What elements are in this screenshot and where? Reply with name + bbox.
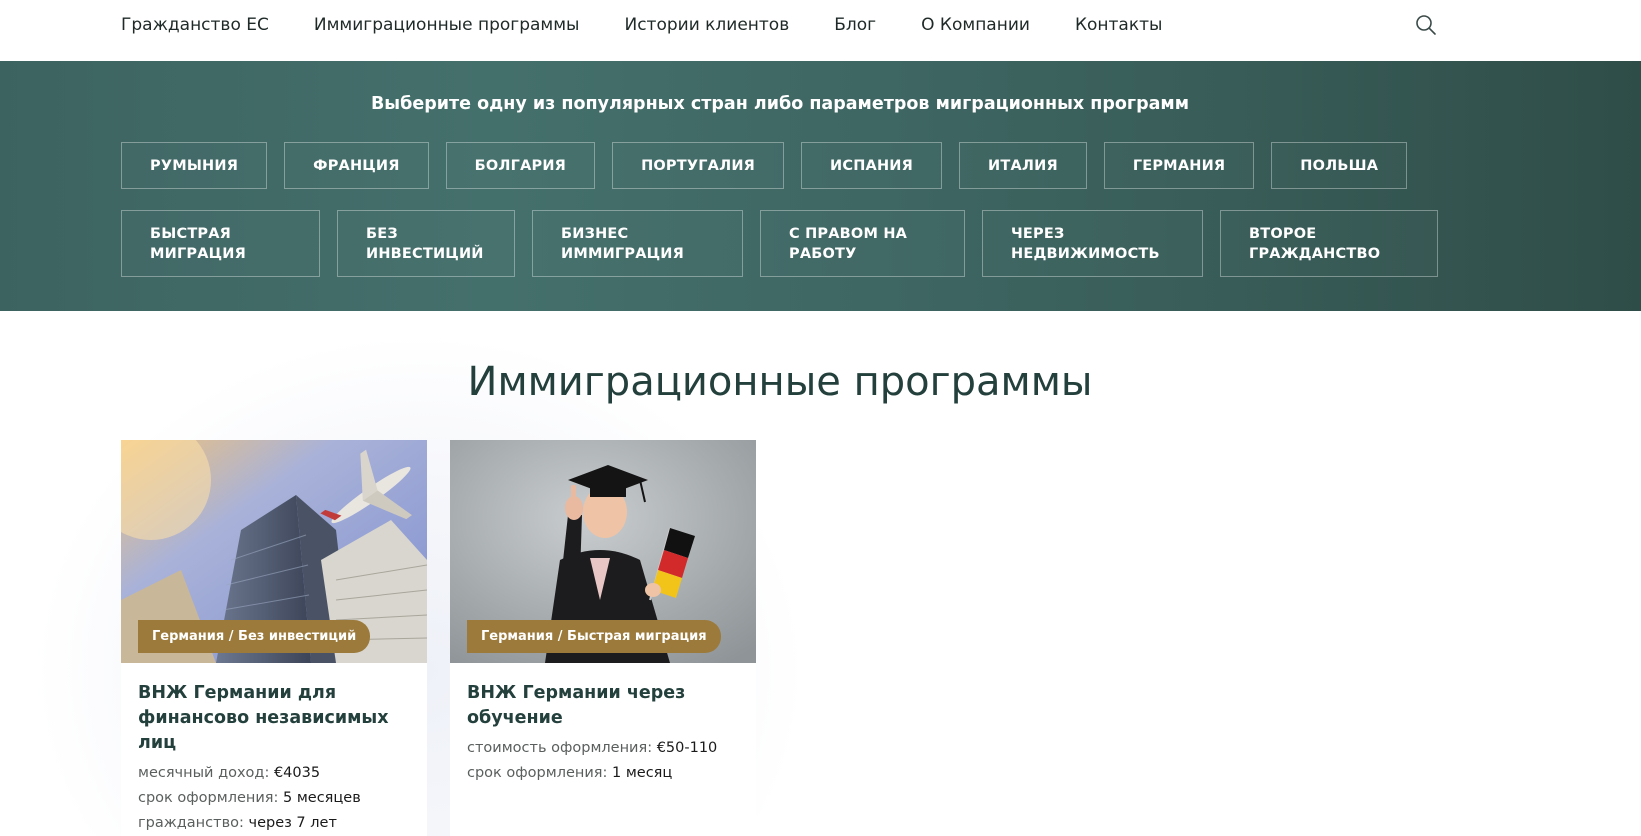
- card-image-skyscrapers-airplane[interactable]: Германия / Без инвестиций: [121, 440, 427, 663]
- filter-chip-real-estate[interactable]: ЧЕРЕЗ НЕДВИЖИМОСТЬ: [982, 210, 1203, 277]
- search-icon[interactable]: [1414, 13, 1438, 37]
- card-category-tag[interactable]: Германия / Без инвестиций: [138, 620, 371, 653]
- top-navigation: Гражданство ЕС Иммиграционные программы …: [0, 0, 1641, 61]
- nav-menu: Гражданство ЕС Иммиграционные программы …: [121, 0, 1162, 50]
- card-image-graduate-flag[interactable]: Германия / Быстрая миграция: [450, 440, 756, 663]
- meta-row: стоимость оформления: €50-110: [467, 740, 718, 756]
- filter-heading: Выберите одну из популярных стран либо п…: [370, 94, 1190, 114]
- chip-text: БИЗНЕС ИММИГРАЦИЯ: [561, 225, 684, 262]
- nav-link-about[interactable]: О Компании: [921, 15, 1030, 35]
- card-category-tag[interactable]: Германия / Быстрая миграция: [467, 620, 721, 653]
- nav-link-blog[interactable]: Блог: [834, 15, 876, 35]
- chip-text: БЕЗ ИНВЕСТИЦИЙ: [366, 225, 484, 262]
- card-meta: стоимость оформления: €50-110 срок оформ…: [450, 731, 756, 786]
- chip-text: БЫСТРАЯ МИГРАЦИЯ: [150, 225, 247, 262]
- filter-chip-portugal[interactable]: ПОРТУГАЛИЯ: [612, 142, 785, 189]
- filter-chip-germany[interactable]: ГЕРМАНИЯ: [1103, 142, 1255, 189]
- filter-chip-poland[interactable]: ПОЛЬША: [1271, 142, 1408, 189]
- page: Гражданство ЕС Иммиграционные программы …: [0, 0, 1641, 836]
- filter-chip-spain[interactable]: ИСПАНИЯ: [801, 142, 943, 189]
- section-title: Иммиграционные программы: [467, 359, 1093, 405]
- filter-chip-fast-migration[interactable]: БЫСТРАЯ МИГРАЦИЯ: [121, 210, 320, 277]
- card-title[interactable]: ВНЖ Германии для финансово независимых л…: [121, 663, 427, 756]
- filter-chip-france[interactable]: ФРАНЦИЯ: [284, 142, 429, 189]
- chip-text: ВТОРОЕ ГРАЖДАНСТВО: [1249, 225, 1381, 262]
- filter-chip-second-citizenship[interactable]: ВТОРОЕ ГРАЖДАНСТВО: [1220, 210, 1438, 277]
- card-meta: месячный доход: €4035 срок оформления: 5…: [121, 756, 427, 836]
- filter-chip-work-permit[interactable]: С ПРАВОМ НА РАБОТУ: [760, 210, 965, 277]
- parameter-filters: БЫСТРАЯ МИГРАЦИЯ БЕЗ ИНВЕСТИЦИЙ БИЗНЕС ИММИ…: [121, 210, 1438, 277]
- filter-chip-business-immigration[interactable]: БИЗНЕС ИММИГРАЦИЯ: [532, 210, 743, 277]
- program-card[interactable]: Германия / Без инвестиций ВНЖ Германии д…: [121, 440, 427, 836]
- filter-band: Выберите одну из популярных стран либо п…: [0, 61, 1641, 311]
- nav-link-eu-citizenship[interactable]: Гражданство ЕС: [121, 15, 269, 35]
- nav-link-contacts[interactable]: Контакты: [1075, 15, 1163, 35]
- country-filters: РУМЫНИЯ ФРАНЦИЯ БОЛГАРИЯ ПОРТУГАЛИЯ ИСПА…: [121, 142, 1408, 189]
- card-title[interactable]: ВНЖ Германии через обучение: [450, 663, 756, 731]
- program-card[interactable]: Германия / Быстрая миграция ВНЖ Германии…: [450, 440, 756, 836]
- meta-row: срок оформления: 5 месяцев: [138, 790, 361, 806]
- meta-row: срок оформления: 1 месяц: [467, 765, 673, 781]
- meta-row: гражданство: через 7 лет: [138, 815, 337, 831]
- chip-text: С ПРАВОМ НА РАБОТУ: [789, 225, 908, 262]
- chip-text: ЧЕРЕЗ НЕДВИЖИМОСТЬ: [1011, 225, 1160, 262]
- filter-chip-no-investment[interactable]: БЕЗ ИНВЕСТИЦИЙ: [337, 210, 515, 277]
- filter-chip-romania[interactable]: РУМЫНИЯ: [121, 142, 268, 189]
- filter-chip-italy[interactable]: ИТАЛИЯ: [959, 142, 1087, 189]
- programs-section: Иммиграционные программы Германия / Без …: [0, 311, 1641, 836]
- nav-link-client-stories[interactable]: Истории клиентов: [624, 15, 789, 35]
- meta-row: месячный доход: €4035: [138, 765, 321, 781]
- nav-link-immigration-programs[interactable]: Иммиграционные программы: [314, 15, 580, 35]
- filter-chip-bulgaria[interactable]: БОЛГАРИЯ: [445, 142, 596, 189]
